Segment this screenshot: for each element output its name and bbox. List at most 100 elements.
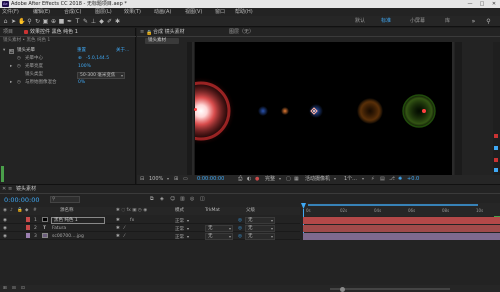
- show-snapshot-icon[interactable]: ◐: [247, 177, 251, 182]
- chevron-down-icon[interactable]: ▾: [187, 218, 189, 223]
- chevron-down-icon[interactable]: ▾: [187, 226, 189, 231]
- trkmat-header[interactable]: TrkMat: [205, 208, 220, 214]
- tab-layer[interactable]: 图层（无）: [229, 30, 254, 35]
- menu-help[interactable]: 帮助(H): [235, 9, 253, 15]
- expand-timing-icon[interactable]: ⊡: [21, 286, 25, 292]
- current-time-display[interactable]: 0:00:00:00: [197, 177, 224, 182]
- parent-header[interactable]: 父级: [246, 208, 255, 214]
- parent-dropdown[interactable]: 无 ▾: [245, 232, 275, 240]
- menu-composition[interactable]: 合成(C): [64, 9, 81, 15]
- zoom-dropdown[interactable]: 100%: [149, 177, 163, 182]
- zoom-slider-thumb[interactable]: [340, 286, 345, 292]
- pick-whip-icon[interactable]: ◎: [238, 218, 242, 223]
- chevron-down-icon[interactable]: ▾: [362, 177, 364, 181]
- layer-name[interactable]: sc00700....jpg: [52, 234, 84, 239]
- stopwatch-icon[interactable]: ◷: [17, 80, 21, 86]
- panel-scroll-indicator[interactable]: [1, 166, 4, 182]
- tab-effect-controls[interactable]: 效果控件 黑色 纯色 1: [30, 30, 78, 35]
- hand-tool-icon[interactable]: ✋: [18, 18, 25, 25]
- audio-panel-icon[interactable]: [494, 146, 498, 150]
- time-ruler[interactable]: 0s 02s 04s 06s 08s 10s: [302, 203, 500, 216]
- layer-anchor-marker[interactable]: [194, 108, 197, 111]
- about-link[interactable]: 关于...: [116, 48, 129, 54]
- expand-layer-switches-icon[interactable]: ⊞: [3, 286, 7, 292]
- menu-icon[interactable]: ≡: [140, 30, 144, 35]
- layer-name-field[interactable]: 黑色 纯色 1: [51, 216, 105, 224]
- collapse-switch-icon[interactable]: ⁄: [124, 226, 125, 231]
- tab-timeline-comp[interactable]: 镜头素材: [16, 187, 36, 192]
- shy-switch-icon[interactable]: ✱: [116, 218, 120, 223]
- comp-nav-tab[interactable]: 镜头素材: [145, 38, 179, 44]
- info-panel-icon[interactable]: [494, 134, 498, 138]
- exposure-icon[interactable]: ✺: [398, 177, 402, 182]
- views-dropdown[interactable]: 1个...: [344, 177, 357, 182]
- stopwatch-icon[interactable]: ◷: [17, 56, 21, 62]
- channel-color-icon[interactable]: ●: [255, 177, 259, 182]
- brush-tool-icon[interactable]: ✎: [82, 18, 89, 25]
- menu-window[interactable]: 窗口: [215, 9, 225, 15]
- collapse-switch-icon[interactable]: ⁄: [124, 234, 125, 239]
- fx-toggle-icon[interactable]: fx: [9, 49, 14, 54]
- layer-duration-bar[interactable]: [303, 217, 500, 224]
- eraser-tool-icon[interactable]: ◆: [98, 18, 105, 25]
- fx-switch-icon[interactable]: fx: [130, 218, 134, 223]
- maximize-button[interactable]: □: [476, 0, 488, 8]
- workspace-menu-icon[interactable]: »: [470, 18, 477, 25]
- menu-animation[interactable]: 动画(A): [154, 9, 171, 15]
- menu-edit[interactable]: 编辑(E): [33, 9, 50, 15]
- grid-overlay-icon[interactable]: ⊞: [174, 177, 178, 182]
- camera-tool-icon[interactable]: ▣: [42, 18, 49, 25]
- tab-composition[interactable]: 合成 镜头素材: [153, 30, 185, 35]
- pan-behind-tool-icon[interactable]: ⊕: [50, 18, 57, 25]
- workspace-small-screen[interactable]: 小屏幕: [410, 19, 425, 24]
- mode-dropdown[interactable]: 正常: [175, 234, 184, 240]
- layer-duration-bar[interactable]: [303, 225, 500, 232]
- layer-row[interactable]: ◉ 3 sc00700....jpg ✱ ⁄ 正常 ▾ 无 ▾ ◎ 无 ▾: [0, 232, 300, 240]
- fast-previews-icon[interactable]: ⚡: [371, 177, 375, 182]
- reset-link[interactable]: 重置: [77, 48, 86, 54]
- eye-icon[interactable]: ◉: [3, 234, 7, 239]
- chevron-down-icon[interactable]: ▾: [167, 177, 169, 181]
- layer-duration-bar[interactable]: [303, 233, 500, 240]
- tab-project[interactable]: 项目: [3, 30, 13, 35]
- work-area-bar[interactable]: [308, 204, 478, 206]
- flowchart-icon[interactable]: ⎇: [389, 177, 395, 182]
- menu-effect[interactable]: 效果(T): [124, 9, 141, 15]
- snapshot-camera-icon[interactable]: ⎙: [238, 176, 242, 183]
- type-tool-icon[interactable]: T: [74, 18, 81, 25]
- minimize-button[interactable]: —: [464, 0, 476, 8]
- always-preview-icon[interactable]: ⊟: [140, 177, 144, 182]
- chevron-down-icon[interactable]: ▾: [279, 177, 281, 181]
- close-icon[interactable]: ✕: [2, 187, 6, 192]
- trkmat-dropdown[interactable]: 无 ▾: [205, 224, 233, 232]
- mask-visibility-icon[interactable]: ▭: [183, 177, 188, 182]
- shy-switch-icon[interactable]: ✱: [116, 226, 120, 231]
- draft-3d-icon[interactable]: ◈: [160, 197, 164, 202]
- effects-panel-icon[interactable]: [494, 168, 498, 172]
- search-help-icon[interactable]: ⚲: [485, 18, 492, 25]
- graph-editor-icon[interactable]: ◫: [200, 197, 205, 202]
- workspace-standard[interactable]: 标准: [381, 19, 391, 24]
- trkmat-dropdown[interactable]: 无 ▾: [205, 232, 233, 240]
- layer-name[interactable]: Fatura: [52, 226, 66, 231]
- mode-header[interactable]: 模式: [175, 208, 184, 214]
- parent-dropdown[interactable]: 无 ▾: [245, 216, 275, 224]
- resolution-dropdown[interactable]: 完整: [265, 177, 275, 182]
- pen-tool-icon[interactable]: ✒: [66, 18, 73, 25]
- camera-dropdown[interactable]: 活动摄像机: [305, 177, 330, 182]
- hide-shy-layers-icon[interactable]: ☺: [170, 197, 175, 202]
- preview-panel-icon[interactable]: [494, 158, 498, 162]
- expand-modes-icon[interactable]: ⊟: [12, 286, 16, 292]
- label-color-swatch[interactable]: [26, 217, 30, 222]
- crosshair-icon[interactable]: ⊕: [78, 56, 82, 62]
- expand-arrow-icon[interactable]: ▸: [10, 64, 12, 70]
- frame-blending-icon[interactable]: ▥: [180, 197, 185, 202]
- eye-icon[interactable]: ◉: [3, 218, 7, 223]
- composition-canvas[interactable]: [195, 42, 452, 175]
- workspace-libraries[interactable]: 库: [445, 19, 450, 24]
- pick-whip-icon[interactable]: ◎: [238, 234, 242, 239]
- layer-row[interactable]: ◉ 2 T Fatura ✱ ⁄ 正常 ▾ 无 ▾ ◎ 无 ▾: [0, 224, 300, 232]
- mode-dropdown[interactable]: 正常: [175, 218, 184, 224]
- stopwatch-icon[interactable]: ◷: [17, 64, 21, 70]
- zoom-slider-track[interactable]: [330, 288, 450, 290]
